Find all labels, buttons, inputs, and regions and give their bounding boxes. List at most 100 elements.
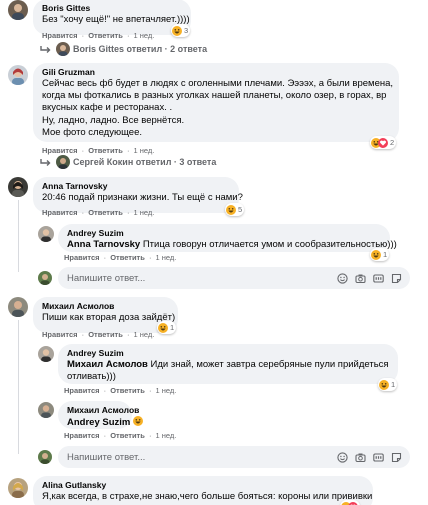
- comment-actions: Нравится · Ответить · 1 нед.: [64, 431, 177, 440]
- comment-text: Михаил Асмолов Иди знай, может завтра се…: [67, 359, 389, 371]
- comment-time[interactable]: 1 нед.: [156, 253, 177, 262]
- like-link[interactable]: Нравится: [42, 146, 78, 155]
- gif-icon[interactable]: [373, 273, 384, 284]
- reply-arrow-icon: [40, 45, 51, 53]
- replies-count: 2 ответа: [170, 44, 208, 54]
- comment-author[interactable]: Михаил Асмолов: [67, 405, 139, 416]
- like-link[interactable]: Нравится: [42, 31, 78, 40]
- comment-author[interactable]: Andrey Suzim: [67, 228, 381, 239]
- comment-text: 20:46 подай признаки жизни. Ты ещё с нам…: [42, 192, 243, 203]
- haha-emoji-icon: [371, 249, 381, 260]
- reply-link[interactable]: Ответить: [110, 386, 145, 395]
- comment-time[interactable]: 1 нед.: [134, 146, 155, 155]
- reaction-count: 5: [238, 205, 243, 214]
- reply-input-box[interactable]: [58, 446, 410, 468]
- camera-icon[interactable]: [355, 273, 366, 284]
- reaction-count: 1: [391, 380, 396, 389]
- comment-time[interactable]: 1 нед.: [134, 208, 155, 217]
- comment-text-line: Сейчас весь фб будет в людях с оголенным…: [42, 78, 394, 89]
- comment-time[interactable]: 1 нед.: [134, 330, 155, 339]
- like-link[interactable]: Нравится: [42, 330, 78, 339]
- comment-author[interactable]: Boris Gittes: [42, 3, 182, 14]
- avatar-alina-gutlansky[interactable]: [8, 478, 28, 498]
- reaction-summary[interactable]: 2: [370, 136, 397, 149]
- emoji-icon[interactable]: [337, 451, 348, 463]
- mention-link[interactable]: Andrey Suzim: [67, 417, 130, 428]
- sticker-icon[interactable]: [391, 273, 402, 284]
- like-link[interactable]: Нравится: [64, 386, 100, 395]
- like-link[interactable]: Нравится: [64, 431, 100, 440]
- avatar-andrey-suzim[interactable]: [38, 346, 54, 362]
- avatar-current-user: [38, 271, 52, 285]
- input-icons: [337, 451, 410, 463]
- reaction-summary[interactable]: [340, 500, 360, 505]
- input-icons: [337, 272, 410, 284]
- comment-author[interactable]: Alina Gutlansky: [42, 480, 364, 491]
- reply-link[interactable]: Ответить: [88, 208, 123, 217]
- camera-icon[interactable]: [355, 452, 366, 463]
- comment-bubble: Boris Gittes Без "хочу ещё!" не впетачля…: [33, 0, 191, 35]
- reaction-summary[interactable]: 5: [225, 203, 245, 216]
- avatar-anna-tarnovsky[interactable]: [8, 177, 28, 197]
- comment-time[interactable]: 1 нед.: [134, 31, 155, 40]
- thread-line: [17, 200, 19, 272]
- avatar-mikhail-asmolov[interactable]: [38, 402, 54, 418]
- reaction-summary[interactable]: 1: [157, 321, 177, 334]
- avatar-boris-gittes-small: [56, 42, 70, 56]
- emoji-icon[interactable]: [337, 272, 348, 284]
- reply-input[interactable]: [67, 272, 337, 284]
- sticker-icon[interactable]: [391, 452, 402, 463]
- reply-input-box[interactable]: [58, 267, 410, 289]
- comment-bubble: Gili Gruzman Сейчас весь фб будет в людя…: [33, 63, 399, 142]
- like-link[interactable]: Нравится: [64, 253, 100, 262]
- comment-text-line: Мое фото следующее.: [42, 126, 142, 138]
- reaction-count: 3: [184, 26, 189, 35]
- reply-text: Иди знай, может завтра серебряные пули п…: [147, 359, 389, 370]
- reply-link[interactable]: Ответить: [88, 146, 123, 155]
- comment-actions: Нравится · Ответить · 1 нед.: [42, 208, 155, 217]
- mention-link[interactable]: Anna Tarnovsky: [67, 239, 140, 250]
- comment-time[interactable]: 1 нед.: [156, 431, 177, 440]
- reply-link[interactable]: Ответить: [110, 253, 145, 262]
- reply-link[interactable]: Ответить: [88, 31, 123, 40]
- comment-author[interactable]: Gili Gruzman: [42, 67, 390, 78]
- comment-time[interactable]: 1 нед.: [156, 386, 177, 395]
- mention-link[interactable]: Михаил Асмолов: [67, 359, 148, 370]
- haha-emoji-icon: [226, 204, 236, 215]
- reaction-count: 1: [383, 250, 388, 259]
- view-replies-boris[interactable]: Boris Gittes ответил · 2 ответа: [40, 42, 207, 56]
- avatar-gili-gruzman[interactable]: [8, 65, 28, 85]
- reaction-count: 1: [170, 323, 175, 332]
- avatar-current-user: [38, 450, 52, 464]
- haha-emoji-icon: [379, 379, 389, 390]
- comment-author[interactable]: Михаил Асмолов: [42, 301, 169, 312]
- comment-text-line: вкусных кафе и ресторанах. .: [42, 102, 173, 114]
- comment-bubble: Alina Gutlansky Я,как всегда, в страхе,н…: [33, 476, 373, 505]
- reply-link[interactable]: Ответить: [110, 431, 145, 440]
- reply-link[interactable]: Ответить: [88, 330, 123, 339]
- thread-line: [17, 320, 19, 454]
- view-replies-gili[interactable]: Сергей Кокин ответил · 3 ответа: [40, 155, 216, 169]
- avatar-boris-gittes[interactable]: [8, 0, 28, 20]
- replies-verb: ответил: [135, 157, 172, 167]
- comment-actions: Нравится · Ответить · 1 нед.: [42, 330, 155, 339]
- gif-icon[interactable]: [373, 452, 384, 463]
- reaction-summary[interactable]: 3: [171, 24, 191, 37]
- comment-author[interactable]: Anna Tarnovsky: [42, 181, 230, 192]
- avatar-andrey-suzim[interactable]: [38, 226, 54, 242]
- reply-text-line: отливать))): [67, 371, 116, 383]
- comment-text: Я,как всегда, в страхе,не знаю,чего боль…: [42, 491, 373, 502]
- reply-text: Птица говорун отличается умом и сообрази…: [140, 239, 397, 250]
- reaction-summary[interactable]: 1: [378, 378, 398, 391]
- comment-actions: Нравится · Ответить · 1 нед.: [64, 386, 177, 395]
- reply-input[interactable]: [67, 451, 337, 463]
- comment-text: Anna Tarnovsky Птица говорун отличается …: [67, 239, 397, 251]
- reaction-summary[interactable]: 1: [370, 248, 390, 261]
- reply-arrow-icon: [40, 158, 51, 166]
- comment-text-line: когда мы фоткались в разных уголках наше…: [42, 90, 387, 102]
- comment-author[interactable]: Andrey Suzim: [67, 348, 389, 359]
- comment-text: Без "хочу ещё!" не впетачляет.)))): [42, 14, 190, 25]
- avatar-mikhail-asmolov[interactable]: [8, 297, 28, 317]
- like-link[interactable]: Нравится: [42, 208, 78, 217]
- reply-bubble: Andrey Suzim Михаил Асмолов Иди знай, мо…: [58, 344, 398, 384]
